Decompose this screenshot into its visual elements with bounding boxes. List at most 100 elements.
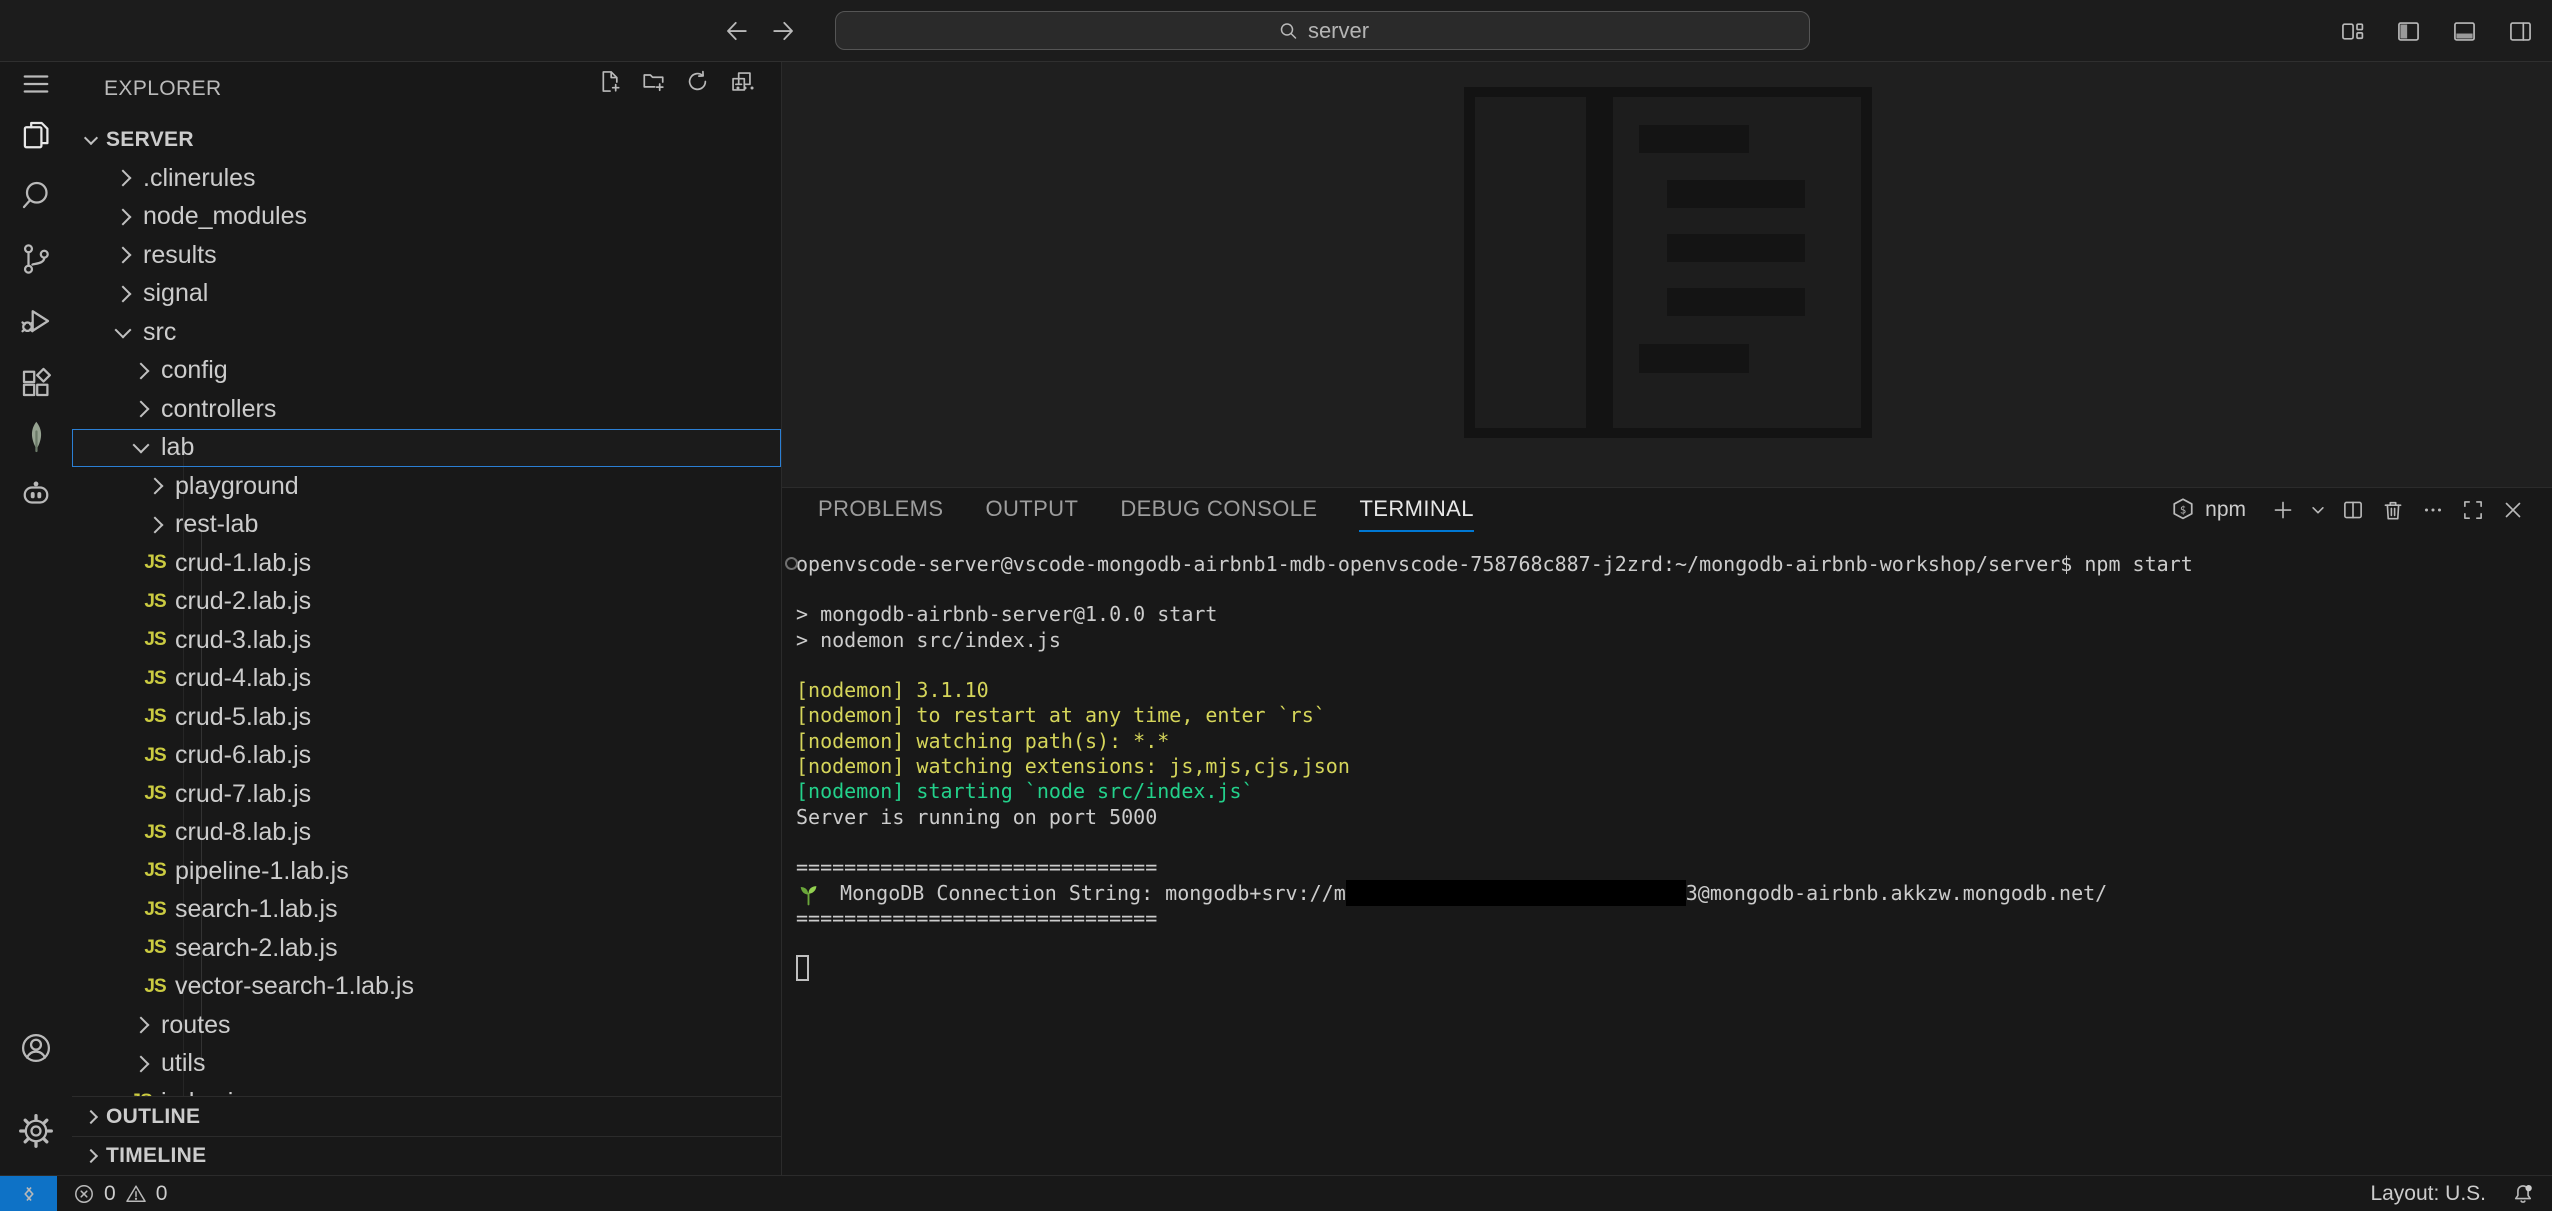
activity-item-explorer[interactable] [12,111,60,159]
tree-item-vector-search-1.lab.js[interactable]: JSvector-search-1.lab.js [72,968,781,1007]
tree-item-playground[interactable]: playground [72,467,781,506]
keyboard-layout-status[interactable]: Layout: U.S. [2370,1182,2486,1206]
activity-item-account[interactable] [12,1024,60,1072]
section-header-outline[interactable]: OUTLINE [72,1096,781,1136]
chevron-right-icon [147,516,164,533]
trash-button[interactable] [2376,493,2410,527]
activity-item-settings[interactable] [12,1107,60,1155]
panel-tab-terminal[interactable]: TERMINAL [1359,488,1473,532]
chevron-right-icon [115,247,132,264]
terminal-line [796,652,2532,677]
tree-item-pipeline-1.lab.js[interactable]: JSpipeline-1.lab.js [72,852,781,891]
terminal-shell-label: npm [2205,498,2246,522]
chevron-right-icon [133,1055,150,1072]
tree-item-crud-6.lab.js[interactable]: JScrud-6.lab.js [72,737,781,776]
plus-button[interactable] [2266,493,2300,527]
tree-item-crud-8.lab.js[interactable]: JScrud-8.lab.js [72,814,781,853]
bell-icon[interactable] [2510,1181,2536,1207]
split-terminal-button[interactable] [2336,493,2370,527]
remote-indicator[interactable] [0,1176,57,1211]
panel-tab-output[interactable]: OUTPUT [985,488,1078,532]
activity-item-extensions[interactable] [12,359,60,407]
forward-arrow-icon[interactable] [768,16,798,46]
mongodb-leaf-icon [18,418,54,454]
extensions-icon [18,365,54,401]
tree-item-config[interactable]: config [72,352,781,391]
section-header-server[interactable]: SERVER [72,121,781,159]
tree-item-label: utils [161,1049,205,1078]
chevron-down-icon [115,321,132,338]
tree-item-rest-lab[interactable]: rest-lab [72,506,781,545]
tree-item-utils[interactable]: utils [72,1045,781,1084]
activity-item-menu[interactable] [12,60,60,108]
trash-icon [2380,497,2406,523]
panel-tab-problems[interactable]: PROBLEMS [818,488,943,532]
chevron-right-icon [133,1017,150,1034]
file-tree: .clinerulesnode_modulesresultssignalsrc c… [72,159,781,1096]
refresh-icon[interactable] [681,65,713,97]
tree-item-routes[interactable]: routes [72,1006,781,1045]
status-bar-right: Layout: U.S. [2370,1176,2536,1211]
toggle-secondary-sidebar-icon[interactable] [2502,13,2538,49]
terminal-instance-npm[interactable]: $ npm [2169,496,2246,524]
tree-item-crud-5.lab.js[interactable]: JScrud-5.lab.js [72,698,781,737]
tree-item-label: crud-8.lab.js [175,818,311,847]
account-icon [18,1030,54,1066]
tree-item-label: config [161,356,228,385]
toggle-sidebar-icon[interactable] [2390,13,2426,49]
tree-item-label: pipeline-1.lab.js [175,857,349,886]
activity-item-cline[interactable] [12,468,60,516]
tree-item-lab[interactable]: lab [72,429,781,468]
javascript-file-icon: JS [144,591,165,613]
terminal-cursor [796,955,809,981]
maximize-button[interactable] [2456,493,2490,527]
search-icon [1276,19,1300,43]
activity-item-source-control[interactable] [12,235,60,283]
close-button[interactable] [2496,493,2530,527]
chevron-down-button[interactable] [2306,493,2330,527]
back-arrow-icon[interactable] [722,16,752,46]
run-debug-icon [18,303,54,339]
tree-item-crud-2.lab.js[interactable]: JScrud-2.lab.js [72,583,781,622]
menu-icon [18,66,54,102]
activity-item-search[interactable] [12,171,60,219]
new-file-icon[interactable] [593,65,625,97]
tree-item-controllers[interactable]: controllers [72,390,781,429]
activity-item-mongodb[interactable] [12,412,60,460]
editor-area[interactable] [782,62,2552,487]
tree-item-label: search-1.lab.js [175,895,338,924]
terminal-content[interactable]: openvscode-server@vscode-mongodb-airbnb1… [796,551,2532,1165]
command-decoration-icon[interactable] [785,557,798,570]
tree-item-crud-1.lab.js[interactable]: JScrud-1.lab.js [72,544,781,583]
tree-item-crud-7.lab.js[interactable]: JScrud-7.lab.js [72,775,781,814]
tree-item-src[interactable]: src [72,313,781,352]
tree-item-crud-4.lab.js[interactable]: JScrud-4.lab.js [72,660,781,699]
problems-status[interactable]: 0 0 [72,1176,167,1211]
section-timeline-label: TIMELINE [106,1144,206,1168]
tree-item-crud-3.lab.js[interactable]: JScrud-3.lab.js [72,621,781,660]
panel-tab-debug-console[interactable]: DEBUG CONSOLE [1120,488,1317,532]
new-folder-icon[interactable] [637,65,669,97]
toggle-panel-icon[interactable] [2446,13,2482,49]
javascript-file-icon: JS [144,745,165,767]
more-button[interactable] [2416,493,2450,527]
terminal-text: MongoDB Connection String: mongodb+srv:/… [828,881,1346,905]
chevron-right-icon [84,1149,98,1163]
collapse-all-icon[interactable] [725,65,757,97]
tree-item-node_modules[interactable]: node_modules [72,198,781,237]
customize-layout-icon[interactable] [2334,13,2370,49]
tree-item-search-1.lab.js[interactable]: JSsearch-1.lab.js [72,891,781,930]
tree-item-results[interactable]: results [72,236,781,275]
activity-item-run-debug[interactable] [12,297,60,345]
tree-item-index.js[interactable]: JSindex.js [72,1083,781,1096]
tree-item-search-2.lab.js[interactable]: JSsearch-2.lab.js [72,929,781,968]
tree-item-.clinerules[interactable]: .clinerules [72,159,781,198]
terminal-text: ============================== [796,906,1157,930]
terminal-line [796,576,2532,601]
section-header-timeline[interactable]: TIMELINE [72,1136,781,1175]
tree-item-label: vector-search-1.lab.js [175,972,414,1001]
tree-item-signal[interactable]: signal [72,275,781,314]
editor-watermark [1464,87,1872,438]
terminal-line [796,930,2532,955]
command-center-search[interactable]: server [835,11,1810,50]
